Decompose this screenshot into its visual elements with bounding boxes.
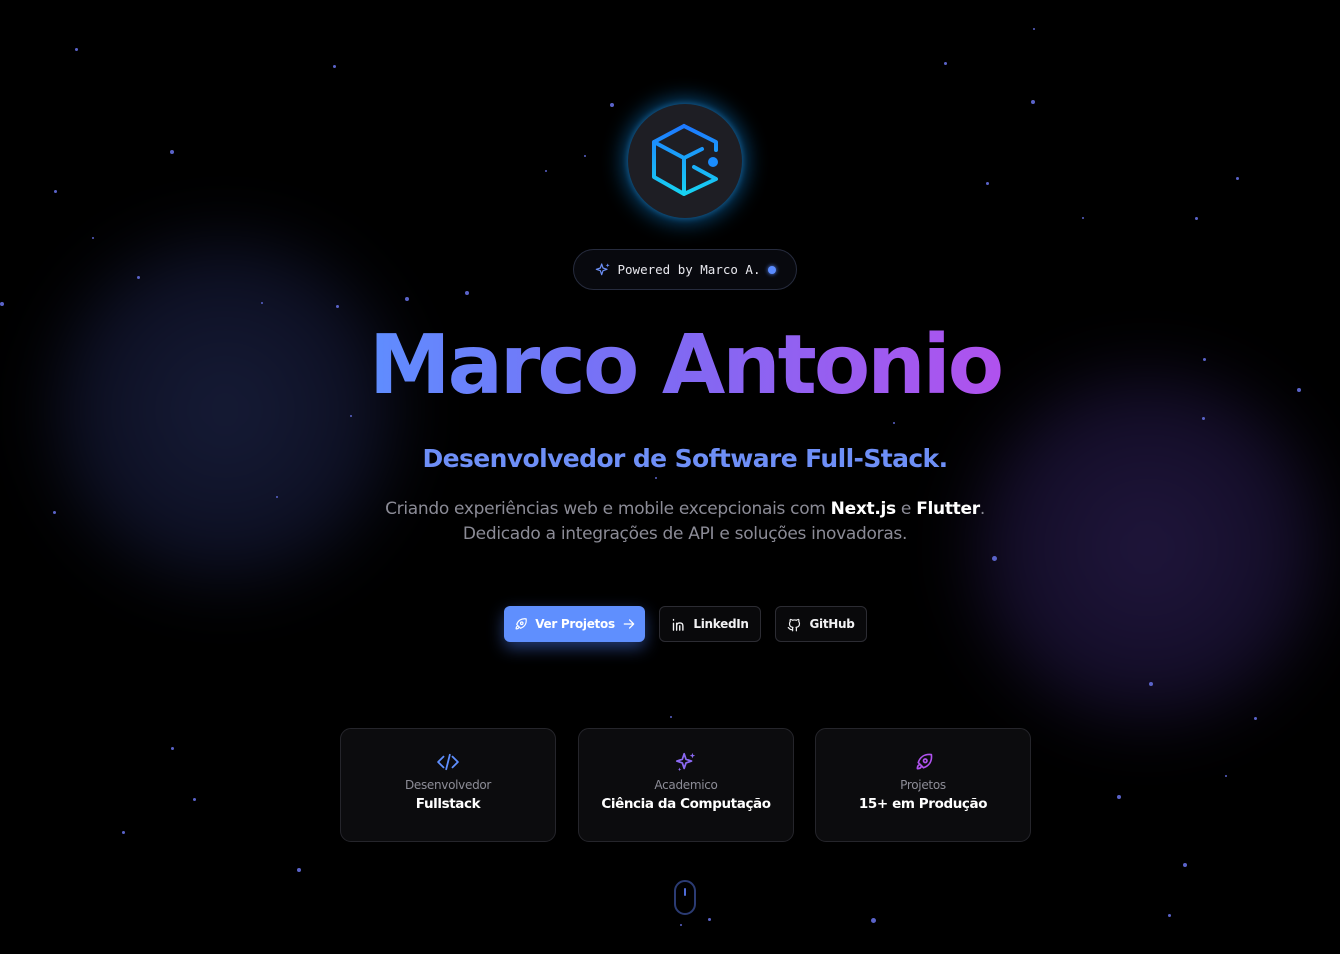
- star: [193, 798, 196, 801]
- star: [893, 422, 895, 424]
- card-icon-wrap: [675, 751, 697, 773]
- star: [986, 182, 989, 185]
- star: [992, 556, 997, 561]
- github-icon: [788, 618, 801, 631]
- star: [1033, 28, 1035, 30]
- logo: [628, 104, 742, 218]
- star: [261, 302, 263, 304]
- star: [171, 747, 174, 750]
- status-dot: [767, 265, 776, 274]
- card-label: Academico: [654, 778, 718, 792]
- view-projects-label: Ver Projetos: [535, 617, 615, 631]
- hero-description: Criando experiências web e mobile excepc…: [345, 497, 1025, 547]
- star: [54, 190, 57, 193]
- star: [333, 65, 336, 68]
- sparkles-icon: [595, 262, 610, 275]
- star: [1236, 177, 1239, 180]
- star: [1225, 775, 1227, 777]
- scroll-mouse-icon[interactable]: [674, 880, 696, 915]
- card-icon-wrap: [437, 751, 459, 773]
- card-value: 15+ em Produção: [858, 796, 988, 812]
- star: [1195, 217, 1198, 220]
- card-icon-wrap: [913, 751, 934, 773]
- hero-name: Marco Antonio: [368, 318, 1004, 413]
- star: [170, 150, 174, 154]
- badge-text: Powered by Marco A.: [617, 262, 761, 277]
- star: [708, 918, 711, 921]
- highlight-nextjs: Next.js: [830, 499, 896, 519]
- powered-by-badge: Powered by Marco A.: [573, 249, 797, 290]
- linkedin-button[interactable]: LinkedIn: [659, 606, 761, 642]
- card-label: Desenvolvedor: [404, 778, 492, 792]
- linkedin-label: LinkedIn: [693, 617, 749, 631]
- star: [53, 511, 56, 514]
- star: [405, 297, 409, 301]
- github-label: GitHub: [809, 617, 855, 631]
- stat-card-projects: Projetos 15+ em Produção: [815, 728, 1031, 842]
- star: [1149, 682, 1153, 686]
- star: [655, 477, 657, 479]
- star: [276, 496, 278, 498]
- star: [336, 305, 339, 308]
- card-value: Fullstack: [415, 796, 481, 812]
- card-value: Ciência da Computação: [601, 796, 771, 812]
- stat-card-academic: Academico Ciência da Computação: [578, 728, 794, 842]
- star: [1202, 417, 1205, 420]
- highlight-flutter: Flutter: [916, 499, 980, 519]
- description-text: Criando experiências web e mobile excepc…: [385, 499, 831, 519]
- star: [871, 918, 876, 923]
- star: [610, 103, 614, 107]
- hero-title: Marco Antonio: [0, 318, 1340, 414]
- star: [1183, 863, 1187, 867]
- description-text: e: [895, 499, 917, 519]
- star: [75, 48, 78, 51]
- star: [0, 302, 4, 306]
- star: [465, 291, 469, 295]
- view-projects-button[interactable]: Ver Projetos: [504, 606, 645, 642]
- stat-card-developer: Desenvolvedor Fullstack: [340, 728, 556, 842]
- star: [944, 62, 947, 65]
- rocket-icon: [515, 617, 527, 629]
- star: [122, 831, 125, 834]
- rocket-icon: [916, 753, 932, 769]
- star: [1082, 217, 1084, 219]
- star: [584, 155, 586, 157]
- star: [92, 237, 94, 239]
- star: [137, 276, 140, 279]
- code-icon: [437, 753, 459, 771]
- star: [545, 170, 547, 172]
- card-label: Projetos: [900, 778, 946, 792]
- arrow-right-icon: [623, 619, 635, 629]
- sparkles-icon: [675, 752, 696, 772]
- star: [1254, 717, 1257, 720]
- star: [680, 924, 682, 926]
- linkedin-icon: [673, 618, 684, 631]
- github-button[interactable]: GitHub: [775, 606, 867, 642]
- hero-subtitle: Desenvolvedor de Software Full-Stack.: [422, 444, 949, 473]
- cube-icon: [652, 124, 718, 196]
- star: [1117, 795, 1121, 799]
- star: [1168, 914, 1171, 917]
- star: [297, 868, 301, 872]
- star: [670, 716, 672, 718]
- star: [350, 415, 352, 417]
- portfolio-hero: Powered by Marco A. Marco Antonio Desenv…: [0, 0, 1340, 954]
- star: [1031, 100, 1035, 104]
- mouse-wheel: [684, 888, 686, 896]
